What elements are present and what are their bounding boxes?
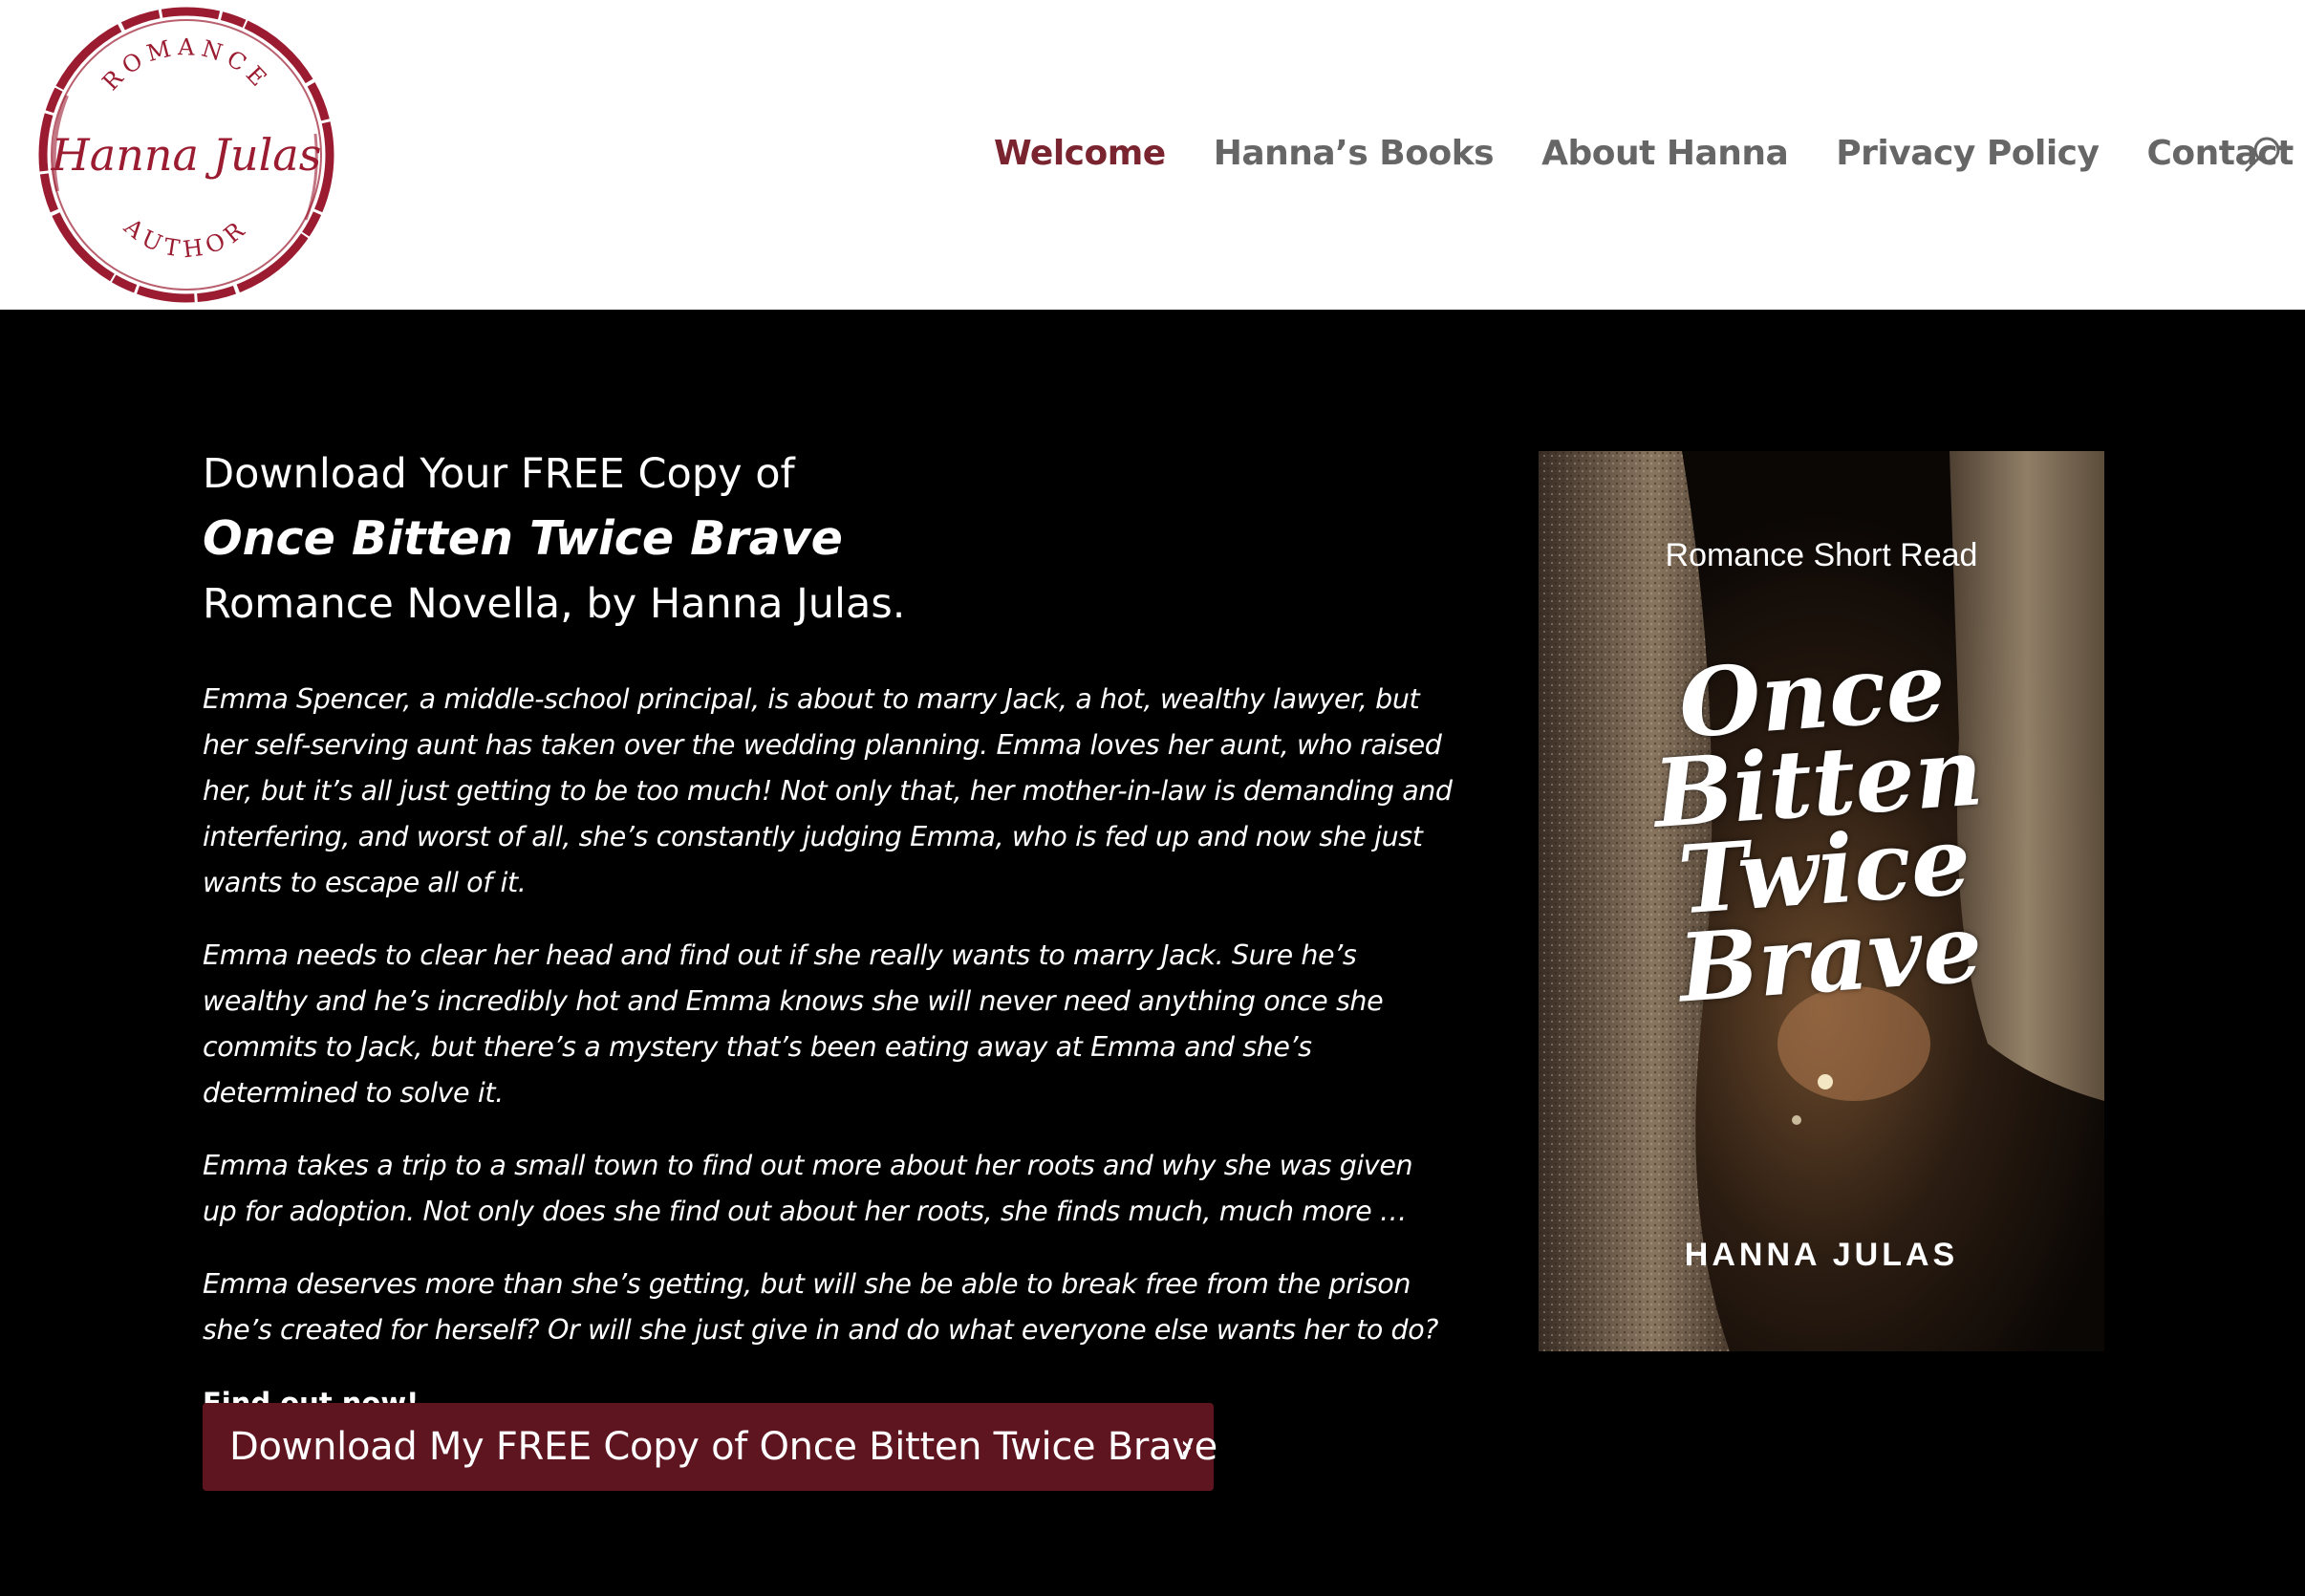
logo-top-text: ROMANCE	[97, 33, 270, 96]
hero-book-title: Once Bitten Twice Brave	[203, 511, 843, 566]
hero-section: Download Your FREE Copy of Once Bitten T…	[0, 310, 2305, 1596]
cover-author: HANNA JULAS	[1684, 1237, 1959, 1273]
nav-item-welcome[interactable]: Welcome	[994, 134, 1166, 173]
nav-item-books[interactable]: Hanna’s Books	[1214, 134, 1495, 173]
synopsis-paragraph: Emma deserves more than she’s getting, b…	[203, 1268, 1439, 1346]
nav-item-privacy[interactable]: Privacy Policy	[1836, 134, 2100, 173]
cover-subtitle: Romance Short Read	[1665, 537, 1978, 573]
cover-title: Once Bitten Twice Brave	[1539, 632, 2104, 1024]
svg-text:ROMANCE: ROMANCE	[97, 33, 276, 96]
hero-intro: Download Your FREE Copy of	[203, 450, 795, 498]
logo-bottom-text: AUTHOR	[118, 213, 248, 264]
svg-text:AUTHOR: AUTHOR	[118, 213, 254, 264]
site-logo[interactable]: ROMANCE AUTHOR Hanna Julas	[29, 0, 344, 310]
download-button-label: Download My FREE Copy of Once Bitten Twi…	[229, 1425, 1217, 1469]
search-icon[interactable]	[2242, 134, 2284, 176]
synopsis-paragraph: Emma Spencer, a middle-school principal,…	[203, 683, 1453, 898]
synopsis-paragraph: Emma takes a trip to a small town to fin…	[203, 1150, 1413, 1227]
nav-item-about[interactable]: About Hanna	[1541, 134, 1789, 173]
hero-byline: Romance Novella, by Hanna Julas.	[203, 580, 906, 628]
logo-script-text: Hanna Julas	[51, 129, 322, 181]
hero-text: Download Your FREE Copy of Once Bitten T…	[203, 443, 1454, 1426]
chevron-right-icon: ›	[1179, 1428, 1194, 1466]
main-nav: Welcome Hanna’s Books About Hanna Privac…	[994, 128, 2305, 178]
download-free-copy-button[interactable]: Download My FREE Copy of Once Bitten Twi…	[203, 1403, 1217, 1491]
synopsis-paragraph: Emma needs to clear her head and find ou…	[203, 939, 1384, 1109]
site-header: ROMANCE AUTHOR Hanna Julas Welcome Hanna…	[0, 0, 2305, 310]
book-cover-image: Romance Short Read Once Bitten Twice Bra…	[1539, 451, 2104, 1351]
